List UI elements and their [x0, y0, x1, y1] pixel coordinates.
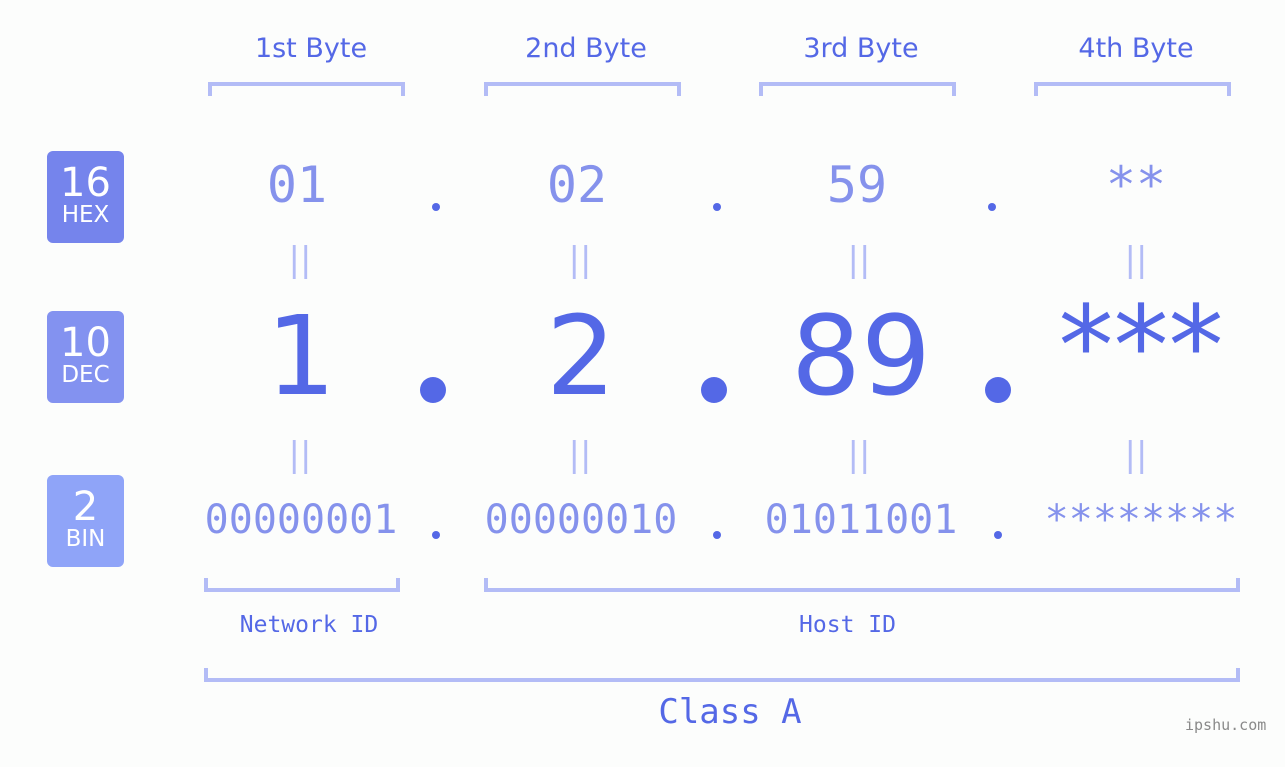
byte-header-2: 2nd Byte: [525, 33, 647, 64]
dec-badge-number: 10: [60, 320, 111, 366]
hex-dot-1: [432, 203, 440, 211]
byte-bracket-2: [484, 82, 681, 96]
equals-hex-dec-3: ||: [847, 240, 871, 280]
hex-badge-number: 16: [60, 160, 111, 206]
host-id-bracket: [484, 578, 1240, 592]
equals-dec-bin-2: ||: [568, 435, 592, 475]
dec-dot-3: [985, 377, 1011, 403]
dec-dot-2: [701, 377, 727, 403]
bin-dot-1: [432, 531, 440, 539]
hex-value-4: **: [1105, 156, 1167, 214]
dec-value-3: 89: [791, 292, 931, 420]
equals-dec-bin-4: ||: [1124, 435, 1148, 475]
equals-hex-dec-1: ||: [288, 240, 312, 280]
hex-dot-2: [713, 203, 721, 211]
equals-dec-bin-3: ||: [847, 435, 871, 475]
class-bracket: [204, 668, 1240, 682]
bin-badge: 2 BIN: [47, 475, 124, 567]
bin-badge-number: 2: [72, 484, 99, 530]
site-watermark: ipshu.com: [1185, 716, 1267, 734]
dec-value-1: 1: [266, 292, 336, 420]
network-id-bracket: [204, 578, 400, 592]
byte-bracket-3: [759, 82, 956, 96]
hex-dot-3: [988, 203, 996, 211]
dec-badge-label: DEC: [61, 362, 110, 388]
dec-value-4: ***: [1058, 282, 1224, 410]
hex-badge-label: HEX: [61, 202, 110, 228]
byte-header-1: 1st Byte: [254, 33, 368, 64]
dec-value-2: 2: [546, 292, 616, 420]
dec-dot-1: [420, 377, 446, 403]
equals-dec-bin-1: ||: [288, 435, 312, 475]
bin-dot-3: [994, 531, 1002, 539]
host-id-label: Host ID: [799, 612, 896, 638]
byte-header-3: 3rd Byte: [803, 33, 919, 64]
bin-value-2: 00000010: [484, 497, 678, 543]
hex-value-1: 01: [266, 156, 328, 214]
bin-badge-label: BIN: [65, 526, 106, 552]
hex-value-2: 02: [546, 156, 608, 214]
equals-hex-dec-4: ||: [1124, 240, 1148, 280]
class-label: Class A: [658, 692, 802, 732]
bin-value-4: ********: [1044, 497, 1238, 543]
hex-value-3: 59: [826, 156, 888, 214]
equals-hex-dec-2: ||: [568, 240, 592, 280]
bin-value-3: 01011001: [764, 497, 958, 543]
byte-bracket-1: [208, 82, 405, 96]
hex-badge: 16 HEX: [47, 151, 124, 243]
bin-dot-2: [713, 531, 721, 539]
network-id-label: Network ID: [239, 612, 379, 638]
byte-header-4: 4th Byte: [1078, 33, 1194, 64]
bin-value-1: 00000001: [204, 497, 398, 543]
dec-badge: 10 DEC: [47, 311, 124, 403]
byte-bracket-4: [1034, 82, 1231, 96]
